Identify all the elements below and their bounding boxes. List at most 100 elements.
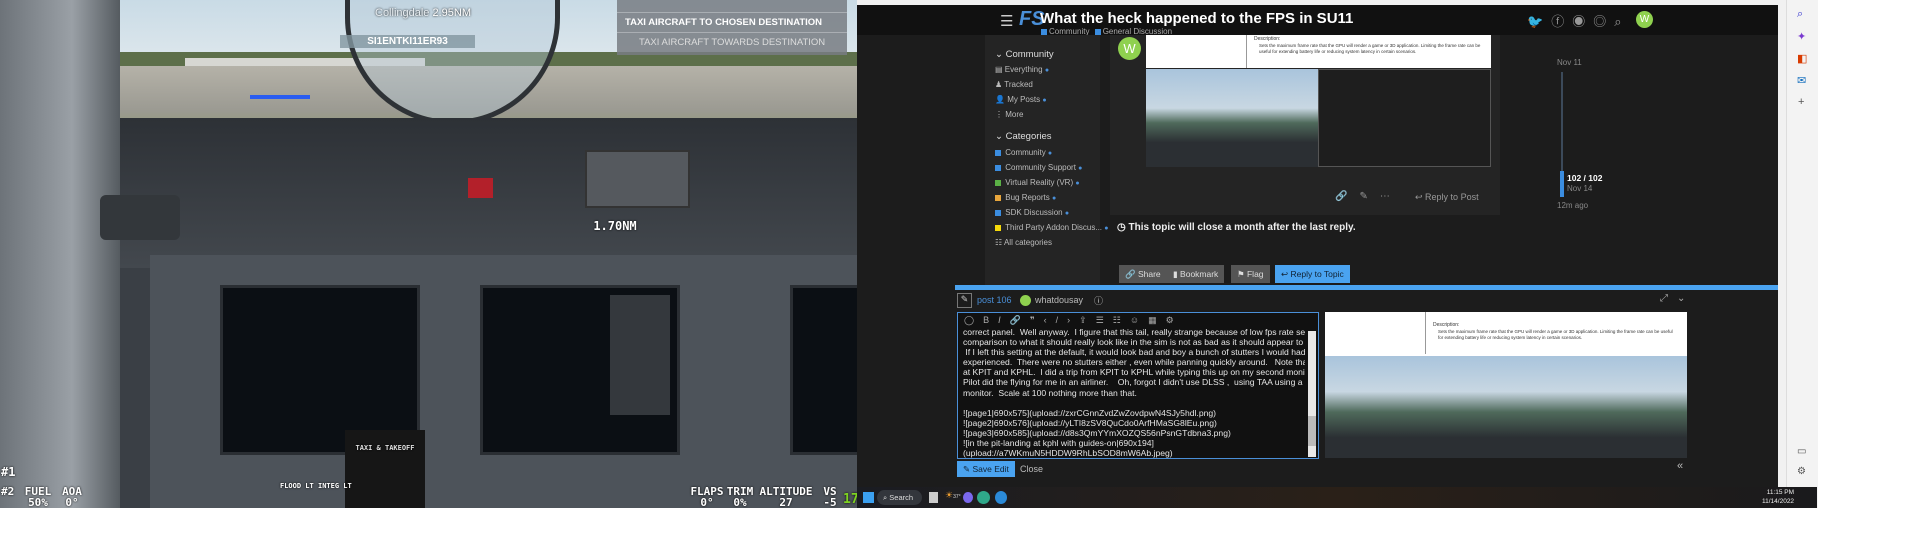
- engine2-label: #2: [1, 485, 15, 498]
- clock[interactable]: 11:15 PM 11/14/2022: [1762, 489, 1794, 506]
- editor-line: experienced. There were no stutters eith…: [963, 357, 1305, 368]
- reply-to-topic-button[interactable]: ↩ Reply to Topic: [1275, 265, 1350, 283]
- composer-preview[interactable]: Description: Sets the maximum frame rate…: [1325, 312, 1687, 458]
- discover-icon[interactable]: ✦: [1797, 30, 1806, 43]
- edit-icon[interactable]: ✎: [1359, 191, 1379, 202]
- composer-resize-handle[interactable]: [955, 285, 1786, 290]
- topic-close-notice: ◷ This topic will close a month after th…: [1117, 222, 1356, 233]
- copy-link-icon[interactable]: 🔗: [1335, 191, 1359, 202]
- sidebar-item-tracked[interactable]: ♟ Tracked: [995, 80, 1033, 89]
- post-image-forum-screenshot[interactable]: [1318, 69, 1491, 167]
- instrument-panel: [150, 255, 857, 508]
- italic-icon[interactable]: I: [998, 315, 1010, 325]
- info-icon[interactable]: ⓘ: [1094, 294, 1103, 307]
- side-panel: [100, 195, 180, 240]
- save-edit-button[interactable]: ✎ Save Edit: [957, 461, 1015, 477]
- search-icon[interactable]: ⌕: [1614, 14, 1629, 29]
- sidebar-toggle-icon[interactable]: ▭: [1797, 446, 1806, 457]
- instagram-icon[interactable]: ◎: [1593, 14, 1614, 29]
- editor-line: ![page3|690x585](upload://d8s3QmYYmXOZQS…: [963, 427, 1231, 438]
- sidebar-all-categories[interactable]: ☷ All categories: [995, 238, 1052, 247]
- composer-action-pencil-icon[interactable]: ✎: [957, 293, 972, 308]
- composer-editor[interactable]: ◯BI🔗❞‹/›⇪☰☷☺▦⚙ correct panel. Well anywa…: [957, 312, 1319, 459]
- sidebar-section-categories[interactable]: ⌄ Categories: [995, 131, 1052, 142]
- waypoint-name: Collingdale: [375, 7, 430, 19]
- topic-title[interactable]: What the heck happened to the FPS in SU1…: [1040, 10, 1353, 27]
- editor-line: ![page1|690x575](upload://zxrCGnnZvdZwZo…: [963, 407, 1217, 418]
- post-image-settings[interactable]: Description: Sets the maximum frame rate…: [1146, 35, 1491, 68]
- quote-icon[interactable]: ◯: [964, 315, 983, 325]
- share-button[interactable]: 🔗 Share: [1119, 265, 1167, 283]
- emoji-icon[interactable]: ☺: [1130, 315, 1148, 325]
- expand-composer-icon[interactable]: ⤢: [1660, 293, 1668, 304]
- site-header: ☰ FS What the heck happened to the FPS i…: [857, 5, 1786, 36]
- editor-textarea[interactable]: correct panel. Well anyway. I figure tha…: [963, 327, 1305, 458]
- editor-line: correct panel. Well anyway. I figure tha…: [963, 327, 1305, 337]
- teams-icon[interactable]: [963, 492, 973, 503]
- objective-1[interactable]: TAXI AIRCRAFT TO CHOSEN DESTINATION: [617, 12, 847, 32]
- composer-post-reference[interactable]: post 106: [977, 295, 1012, 305]
- editor-scrollbar[interactable]: [1308, 331, 1316, 457]
- browser-scrollbar[interactable]: [1778, 5, 1786, 487]
- bullet-list-icon[interactable]: ☰: [1096, 315, 1113, 325]
- numbered-list-icon[interactable]: ☷: [1113, 315, 1130, 325]
- sidebar-item-everything[interactable]: ▤ Everything ●: [995, 65, 1049, 74]
- taskbar-search[interactable]: ⌕ Search: [877, 490, 922, 505]
- flight-sim-view[interactable]: Collingdale 2.95NM SI1ENTKI11ER93 TAXI A…: [0, 0, 857, 508]
- fire-warning-light: [468, 178, 493, 198]
- upload-icon[interactable]: ⇪: [1079, 315, 1096, 325]
- objective-2[interactable]: TAXI AIRCRAFT TOWARDS DESTINATION: [617, 32, 847, 52]
- discord-icon[interactable]: ◉: [1572, 14, 1593, 29]
- sidebar-category-bug-reports[interactable]: Bug Reports ●: [995, 193, 1056, 202]
- sidebar-item-more[interactable]: ⋮ More: [995, 110, 1023, 119]
- reply-to-post-button[interactable]: ↩ Reply to Post: [1415, 192, 1479, 203]
- search-icon[interactable]: ⌕: [1797, 8, 1803, 21]
- file-explorer-icon[interactable]: [929, 492, 938, 503]
- settings-gear-icon[interactable]: ⚙: [1797, 466, 1806, 477]
- composer-username: whatdousay: [1035, 295, 1084, 305]
- options-gear-icon[interactable]: ⚙: [1166, 315, 1183, 325]
- trim-value: 0%: [733, 496, 747, 508]
- office-icon[interactable]: ◧: [1797, 52, 1807, 65]
- add-icon[interactable]: +: [1798, 96, 1804, 108]
- sidebar-category-vr[interactable]: Virtual Reality (VR) ●: [995, 178, 1080, 187]
- editor-line: at KPIT and KPHL. I did a trip from KPIT…: [963, 367, 1305, 378]
- weather-icon[interactable]: ☀37°: [945, 490, 961, 501]
- edge-dev-icon[interactable]: [995, 491, 1007, 504]
- code-icon[interactable]: ‹/›: [1044, 315, 1080, 325]
- engine1-label: #1: [1, 465, 16, 479]
- windows-start-icon[interactable]: [863, 492, 874, 503]
- editor-line: ![page2|690x576](upload://yLTI8zSV8QuCdo…: [963, 417, 1217, 428]
- taxi-guide-line: [250, 95, 310, 99]
- sidebar-category-third-party[interactable]: Third Party Addon Discus... ●: [995, 223, 1108, 232]
- post-avatar[interactable]: W: [1118, 37, 1141, 60]
- link-icon[interactable]: 🔗: [1010, 315, 1030, 325]
- hide-preview-icon[interactable]: «: [1677, 460, 1683, 472]
- topic-timeline[interactable]: Nov 11 102 / 102 Nov 14 12m ago: [1557, 58, 1657, 218]
- collapse-composer-icon[interactable]: ⌄: [1677, 293, 1685, 304]
- sidebar-category-community[interactable]: Community ●: [995, 148, 1052, 157]
- bookmark-button[interactable]: ▮ Bookmark: [1167, 265, 1225, 283]
- sidebar-category-community-support[interactable]: Community Support ●: [995, 163, 1082, 172]
- timeline-handle[interactable]: [1560, 171, 1564, 197]
- hamburger-menu-icon[interactable]: ☰: [1000, 12, 1013, 30]
- timeline-start-date[interactable]: Nov 11: [1557, 58, 1582, 67]
- sidebar-item-my-posts[interactable]: 👤 My Posts ●: [995, 95, 1047, 104]
- close-composer-button[interactable]: Close: [1020, 464, 1043, 474]
- edge-icon[interactable]: [977, 491, 990, 504]
- flag-button[interactable]: ⚑ Flag: [1231, 265, 1270, 283]
- user-avatar[interactable]: W: [1636, 11, 1653, 28]
- more-icon[interactable]: ⋯: [1380, 191, 1402, 202]
- facebook-icon[interactable]: ⓕ: [1551, 14, 1572, 29]
- next-waypoint-distance: 1.70NM: [593, 219, 637, 233]
- blockquote-icon[interactable]: ❞: [1030, 315, 1044, 325]
- post-image-cockpit[interactable]: [1146, 69, 1318, 167]
- twitter-icon[interactable]: 🐦: [1527, 14, 1551, 29]
- callsign-label: SI1ENTKI11ER93: [340, 35, 475, 48]
- timeline-last-activity[interactable]: 12m ago: [1557, 201, 1588, 210]
- sidebar-section-community[interactable]: ⌄ Community: [995, 49, 1054, 60]
- outlook-icon[interactable]: ✉: [1797, 74, 1806, 87]
- bold-icon[interactable]: B: [983, 315, 998, 325]
- date-icon[interactable]: ▦: [1148, 315, 1166, 325]
- sidebar-category-sdk[interactable]: SDK Discussion ●: [995, 208, 1069, 217]
